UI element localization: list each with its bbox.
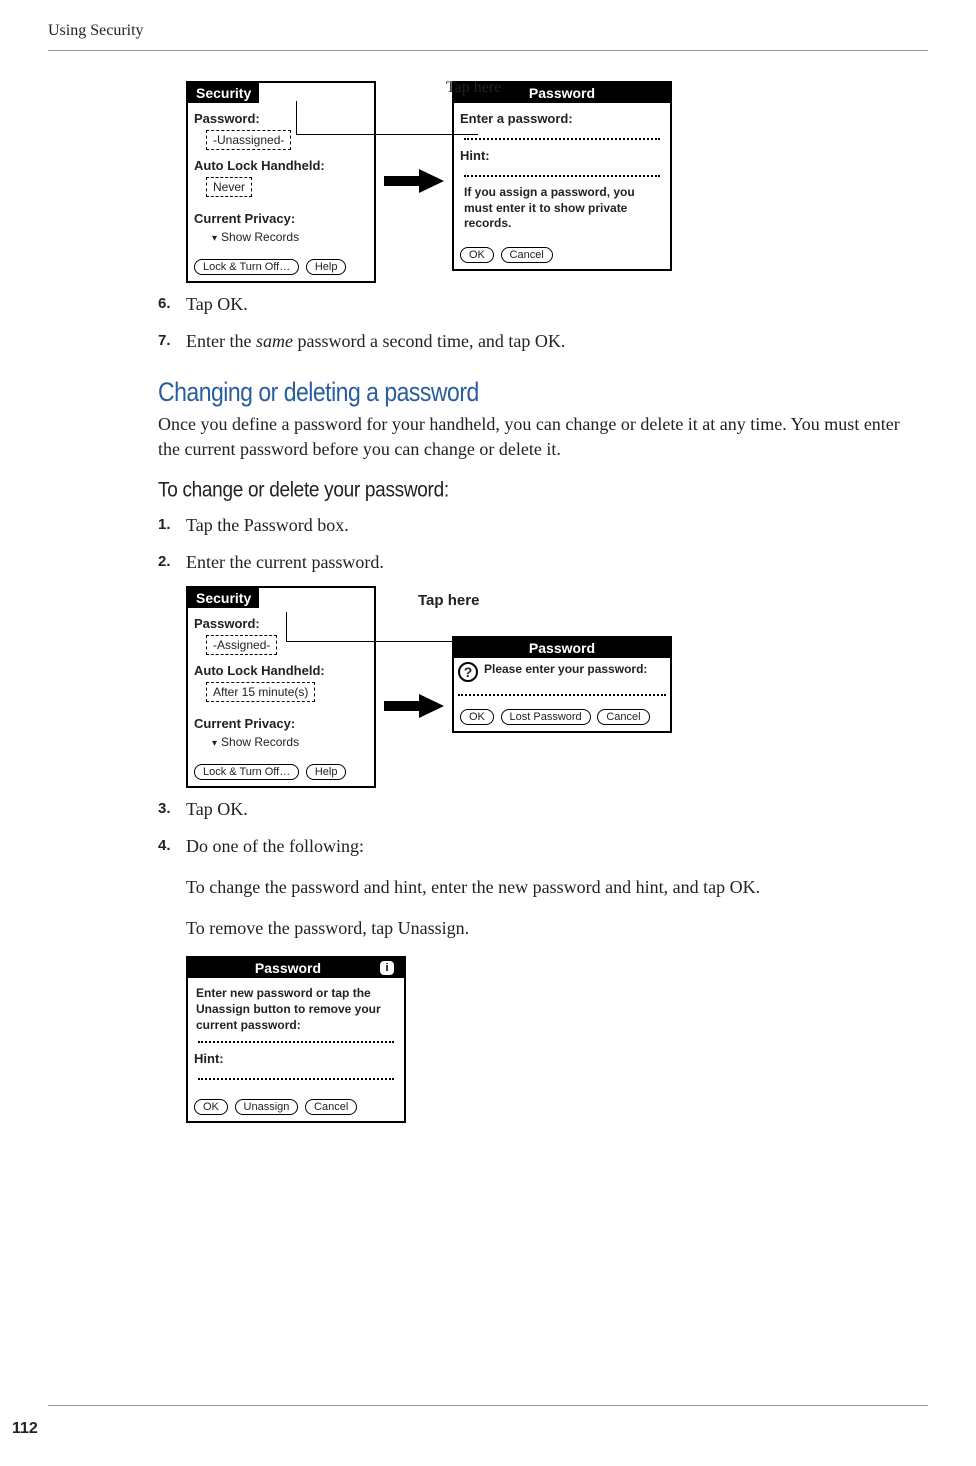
ok-button[interactable]: OK	[460, 247, 494, 263]
header-rule	[48, 50, 928, 51]
step-1: 1. Tap the Password box.	[158, 512, 908, 539]
password-box[interactable]: -Assigned-	[206, 635, 277, 655]
page-header: Using Security	[48, 0, 928, 50]
hint-label: Hint:	[460, 148, 664, 163]
step-text: Do one of the following:	[186, 833, 908, 860]
cancel-button[interactable]: Cancel	[305, 1099, 357, 1115]
step-4-option-1: To change the password and hint, enter t…	[186, 874, 908, 901]
step-text: Tap the Password box.	[186, 512, 908, 539]
password-title: Password	[454, 638, 670, 658]
figure-1: Tap here Security Password: -Unassigned-…	[186, 81, 908, 281]
step-2: 2. Enter the current password.	[158, 549, 908, 576]
autolock-label: Auto Lock Handheld:	[194, 663, 368, 678]
hint-label: Hint:	[194, 1051, 398, 1066]
password-input[interactable]	[198, 1033, 394, 1043]
step-number: 7.	[158, 328, 186, 355]
unassign-button[interactable]: Unassign	[235, 1099, 299, 1115]
title-text: Password	[255, 960, 321, 976]
help-button[interactable]: Help	[306, 259, 347, 275]
security-title: Security	[188, 588, 259, 608]
security-title: Security	[188, 83, 259, 103]
page-number: 112	[12, 1420, 38, 1438]
step-text: Enter the same password a second time, a…	[186, 328, 908, 355]
tap-here-label: Tap here	[418, 592, 479, 609]
figure-3: Password i Enter new password or tap the…	[186, 956, 908, 1123]
new-password-dialog: Password i Enter new password or tap the…	[186, 956, 406, 1123]
step-4-option-2: To remove the password, tap Unassign.	[186, 915, 908, 942]
enter-password-label: Enter a password:	[460, 111, 664, 126]
password-input[interactable]	[464, 130, 660, 140]
footer-rule	[48, 1405, 928, 1406]
lock-turnoff-button[interactable]: Lock & Turn Off…	[194, 259, 299, 275]
cancel-button[interactable]: Cancel	[501, 247, 553, 263]
sub-heading: To change or delete your password:	[158, 479, 908, 503]
help-button[interactable]: Help	[306, 764, 347, 780]
step-6: 6. Tap OK.	[158, 291, 908, 318]
step-number: 6.	[158, 291, 186, 318]
tap-here-pointer	[286, 612, 452, 642]
arrow-icon	[384, 169, 444, 193]
privacy-label: Current Privacy:	[194, 211, 368, 226]
question-icon: ?	[458, 662, 478, 682]
password-prompt: Please enter your password:	[484, 662, 647, 678]
step-text-b: password a second time, and tap OK.	[293, 331, 565, 351]
ok-button[interactable]: OK	[460, 709, 494, 725]
step-number: 3.	[158, 796, 186, 823]
password-prompt-dialog: Password ? Please enter your password: O…	[452, 636, 672, 733]
hint-input[interactable]	[198, 1070, 394, 1080]
autolock-box[interactable]: Never	[206, 177, 252, 197]
step-4: 4. Do one of the following:	[158, 833, 908, 860]
password-box[interactable]: -Unassigned-	[206, 130, 291, 150]
figure-2: Tap here Security Password: -Assigned- A…	[186, 586, 908, 786]
step-text-a: Enter the	[186, 331, 256, 351]
info-icon[interactable]: i	[380, 961, 394, 975]
step-7: 7. Enter the same password a second time…	[158, 328, 908, 355]
password-note: If you assign a password, you must enter…	[464, 185, 660, 232]
privacy-label: Current Privacy:	[194, 716, 368, 731]
section-para: Once you define a password for your hand…	[158, 412, 908, 462]
cancel-button[interactable]: Cancel	[597, 709, 649, 725]
password-input[interactable]	[458, 686, 666, 696]
password-dialog: Password Enter a password: Hint: If you …	[452, 81, 672, 271]
autolock-box[interactable]: After 15 minute(s)	[206, 682, 315, 702]
ok-button[interactable]: OK	[194, 1099, 228, 1115]
step-3: 3. Tap OK.	[158, 796, 908, 823]
section-heading: Changing or deleting a password	[158, 377, 908, 408]
tap-here-label: Tap here	[446, 79, 501, 97]
step-number: 2.	[158, 549, 186, 576]
privacy-dropdown[interactable]: Show Records	[212, 735, 368, 749]
lost-password-button[interactable]: Lost Password	[501, 709, 591, 725]
password-title: Password i	[188, 958, 404, 978]
new-password-prompt: Enter new password or tap the Unassign b…	[196, 986, 396, 1033]
step-number: 4.	[158, 833, 186, 860]
step-text-em: same	[256, 331, 293, 351]
autolock-label: Auto Lock Handheld:	[194, 158, 368, 173]
arrow-icon	[384, 694, 444, 718]
privacy-dropdown[interactable]: Show Records	[212, 230, 368, 244]
lock-turnoff-button[interactable]: Lock & Turn Off…	[194, 764, 299, 780]
step-number: 1.	[158, 512, 186, 539]
tap-here-pointer	[296, 101, 478, 135]
step-text: Tap OK.	[186, 291, 908, 318]
hint-input[interactable]	[464, 167, 660, 177]
step-text: Tap OK.	[186, 796, 908, 823]
step-text: Enter the current password.	[186, 549, 908, 576]
